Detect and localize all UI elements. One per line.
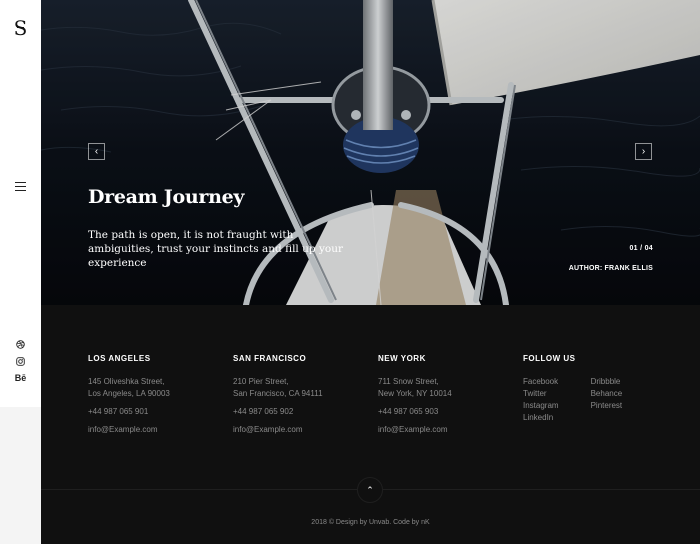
behance-icon[interactable]: Bē — [0, 373, 41, 383]
slider-next-button[interactable]: › — [635, 143, 652, 160]
address-line: Los Angeles, LA 90003 — [88, 389, 170, 398]
link-dribbble[interactable]: Dribbble — [591, 376, 623, 388]
logo-mark: S — [13, 16, 28, 40]
link-facebook[interactable]: Facebook — [523, 376, 559, 388]
location-address: 711 Snow Street, New York, NY 10014 — [378, 376, 452, 400]
hero-title: Dream Journey — [88, 186, 245, 208]
slide-counter: 01 / 04 — [629, 245, 653, 252]
link-pinterest[interactable]: Pinterest — [591, 400, 623, 412]
menu-icon[interactable] — [15, 182, 26, 192]
location-phone[interactable]: +44 987 065 903 — [378, 406, 452, 418]
address-line: 210 Pier Street, — [233, 377, 289, 386]
location-address: 210 Pier Street, San Francisco, CA 94111 — [233, 376, 323, 400]
location-title: NEW YORK — [378, 354, 426, 363]
follow-us: FOLLOW US Facebook Twitter Instagram Lin… — [523, 353, 622, 424]
hero-slider: ‹ › Dream Journey The path is open, it i… — [41, 0, 700, 305]
slide-author: AUTHOR: FRANK ELLIS — [568, 265, 653, 272]
location-san-francisco: SAN FRANCISCO 210 Pier Street, San Franc… — [233, 353, 323, 442]
address-line: 145 Oliveshka Street, — [88, 377, 165, 386]
address-line: New York, NY 10014 — [378, 389, 452, 398]
location-title: SAN FRANCISCO — [233, 354, 307, 363]
dribbble-icon[interactable] — [0, 340, 41, 351]
location-address: 145 Oliveshka Street, Los Angeles, LA 90… — [88, 376, 170, 400]
location-phone[interactable]: +44 987 065 902 — [233, 406, 323, 418]
scroll-top-button[interactable]: ⌃ — [357, 477, 383, 503]
address-line: 711 Snow Street, — [378, 377, 439, 386]
sidebar-lower — [0, 407, 41, 544]
location-title: LOS ANGELES — [88, 354, 151, 363]
instagram-icon[interactable] — [0, 357, 41, 368]
link-instagram[interactable]: Instagram — [523, 400, 559, 412]
location-phone[interactable]: +44 987 065 901 — [88, 406, 170, 418]
sidebar: S Bē — [0, 0, 41, 407]
link-twitter[interactable]: Twitter — [523, 388, 559, 400]
copyright: 2018 © Design by Unvab. Code by nK — [311, 519, 430, 526]
hero-description: The path is open, it is not fraught with… — [88, 229, 343, 269]
follow-links-col1: Facebook Twitter Instagram LinkedIn — [523, 376, 559, 424]
logo[interactable]: S — [0, 16, 41, 40]
location-los-angeles: LOS ANGELES 145 Oliveshka Street, Los An… — [88, 353, 170, 442]
link-linkedin[interactable]: LinkedIn — [523, 412, 559, 424]
follow-links-col2: Dribbble Behance Pinterest — [591, 376, 623, 424]
follow-title: FOLLOW US — [523, 354, 576, 363]
location-email[interactable]: info@Example.com — [88, 424, 170, 436]
location-email[interactable]: info@Example.com — [233, 424, 323, 436]
link-behance[interactable]: Behance — [591, 388, 623, 400]
address-line: San Francisco, CA 94111 — [233, 389, 323, 398]
location-email[interactable]: info@Example.com — [378, 424, 452, 436]
slider-prev-button[interactable]: ‹ — [88, 143, 105, 160]
footer: LOS ANGELES 145 Oliveshka Street, Los An… — [41, 305, 700, 544]
location-new-york: NEW YORK 711 Snow Street, New York, NY 1… — [378, 353, 452, 442]
